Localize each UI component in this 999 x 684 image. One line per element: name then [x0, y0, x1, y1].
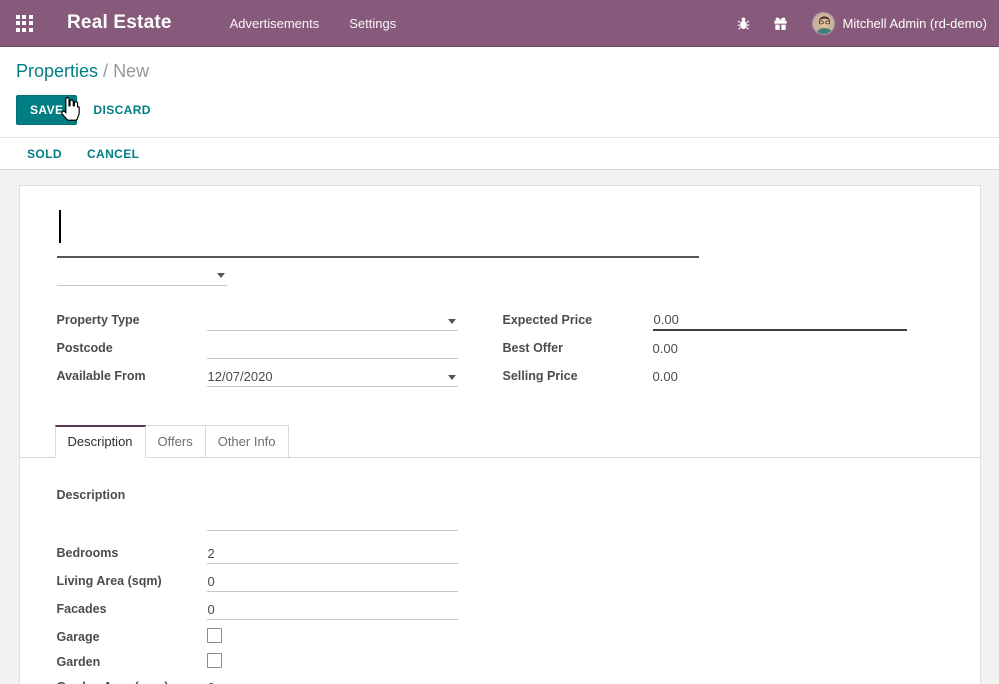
- breadcrumb-properties-link[interactable]: Properties: [16, 61, 98, 81]
- tab-offers[interactable]: Offers: [146, 425, 206, 458]
- facades-field[interactable]: [207, 599, 458, 620]
- notebook: Description Offers Other Info Descriptio…: [20, 424, 980, 684]
- description-tab-content: Description Bedrooms Living Area (sqm): [20, 458, 980, 684]
- field-row-facades: Facades: [57, 599, 458, 620]
- text-cursor-caret: [59, 210, 61, 243]
- expected-price-label: Expected Price: [503, 310, 653, 331]
- breadcrumb: Properties / New: [16, 61, 983, 82]
- top-menu: Advertisements Settings: [228, 12, 399, 35]
- bug-icon[interactable]: [736, 16, 751, 31]
- menu-item-advertisements[interactable]: Advertisements: [228, 12, 322, 35]
- selling-price-value: 0.00: [653, 366, 678, 387]
- expected-price-field[interactable]: [653, 310, 907, 331]
- postcode-label: Postcode: [57, 338, 207, 359]
- description-textarea-wrap[interactable]: [207, 485, 458, 531]
- breadcrumb-separator: /: [98, 61, 113, 81]
- property-name-input[interactable]: [57, 202, 699, 254]
- description-label: Description: [57, 485, 207, 536]
- chevron-down-icon: [217, 273, 225, 278]
- apps-menu-button[interactable]: [0, 0, 48, 47]
- left-field-column: Property Type Postcode Available From: [57, 310, 458, 394]
- best-offer-label: Best Offer: [503, 338, 653, 359]
- breadcrumb-current: New: [113, 61, 149, 81]
- gift-icon[interactable]: [773, 16, 788, 31]
- save-button[interactable]: SAVE: [16, 95, 77, 125]
- property-type-input[interactable]: [207, 310, 458, 331]
- best-offer-value: 0.00: [653, 338, 678, 359]
- systray: Mitchell Admin (rd-demo): [714, 12, 999, 35]
- field-row-bedrooms: Bedrooms: [57, 543, 458, 564]
- top-navbar: Real Estate Advertisements Settings: [0, 0, 999, 47]
- bedrooms-label: Bedrooms: [57, 543, 207, 564]
- garage-label: Garage: [57, 627, 207, 645]
- expected-price-input[interactable]: [653, 310, 907, 331]
- field-row-postcode: Postcode: [57, 338, 458, 359]
- postcode-input[interactable]: [207, 338, 458, 359]
- field-row-best-offer: Best Offer 0.00: [503, 338, 907, 359]
- tab-description[interactable]: Description: [55, 425, 146, 458]
- bedrooms-field[interactable]: [207, 543, 458, 564]
- field-row-garage: Garage: [57, 627, 458, 645]
- discard-button[interactable]: DISCARD: [93, 103, 150, 117]
- field-row-living-area: Living Area (sqm): [57, 571, 458, 592]
- available-from-label: Available From: [57, 366, 207, 387]
- facades-label: Facades: [57, 599, 207, 620]
- form-sheet: Property Type Postcode Available From: [19, 185, 981, 684]
- living-area-label: Living Area (sqm): [57, 571, 207, 592]
- chevron-down-icon: [448, 319, 456, 324]
- field-row-available-from: Available From: [57, 366, 458, 387]
- field-row-garden: Garden: [57, 652, 458, 670]
- description-textarea[interactable]: [207, 485, 458, 525]
- garden-area-label: Garden Area (sqm): [57, 677, 207, 684]
- field-row-description: Description: [57, 485, 458, 536]
- living-area-input[interactable]: [207, 571, 458, 592]
- garden-area-field[interactable]: [207, 677, 458, 684]
- menu-item-settings[interactable]: Settings: [347, 12, 398, 35]
- available-from-datepicker[interactable]: [207, 366, 458, 387]
- control-panel-buttons: SAVE DISCARD: [16, 95, 983, 125]
- property-type-label: Property Type: [57, 310, 207, 331]
- control-panel: Properties / New SAVE DISCARD: [0, 47, 999, 137]
- available-from-input[interactable]: [207, 366, 458, 387]
- right-field-column: Expected Price Best Offer 0.00 Selling P…: [503, 310, 907, 394]
- garden-area-input[interactable]: [207, 677, 458, 684]
- field-row-property-type: Property Type: [57, 310, 458, 331]
- chevron-down-icon: [448, 375, 456, 380]
- field-row-selling-price: Selling Price 0.00: [503, 366, 907, 387]
- user-menu[interactable]: Mitchell Admin (rd-demo): [843, 16, 988, 31]
- tags-select-field[interactable]: [57, 260, 227, 286]
- living-area-field[interactable]: [207, 571, 458, 592]
- postcode-field[interactable]: [207, 338, 458, 359]
- garden-checkbox[interactable]: [207, 653, 222, 668]
- property-type-select[interactable]: [207, 310, 458, 331]
- app-brand-title[interactable]: Real Estate: [67, 12, 172, 34]
- field-row-garden-area: Garden Area (sqm): [57, 677, 458, 684]
- form-statusbar: SOLD CANCEL: [0, 137, 999, 170]
- facades-input[interactable]: [207, 599, 458, 620]
- cancel-button[interactable]: CANCEL: [87, 147, 139, 161]
- selling-price-label: Selling Price: [503, 366, 653, 387]
- form-view-background: Property Type Postcode Available From: [0, 170, 999, 684]
- bedrooms-input[interactable]: [207, 543, 458, 564]
- sold-button[interactable]: SOLD: [27, 147, 62, 161]
- field-row-expected-price: Expected Price: [503, 310, 907, 331]
- garden-label: Garden: [57, 652, 207, 670]
- property-name-field-wrap: [57, 202, 699, 258]
- tab-other-info[interactable]: Other Info: [206, 425, 289, 458]
- avatar[interactable]: [812, 12, 835, 35]
- apps-grid-icon: [16, 15, 33, 32]
- notebook-tabs: Description Offers Other Info: [20, 424, 980, 458]
- main-field-group: Property Type Postcode Available From: [57, 310, 943, 394]
- garage-checkbox[interactable]: [207, 628, 222, 643]
